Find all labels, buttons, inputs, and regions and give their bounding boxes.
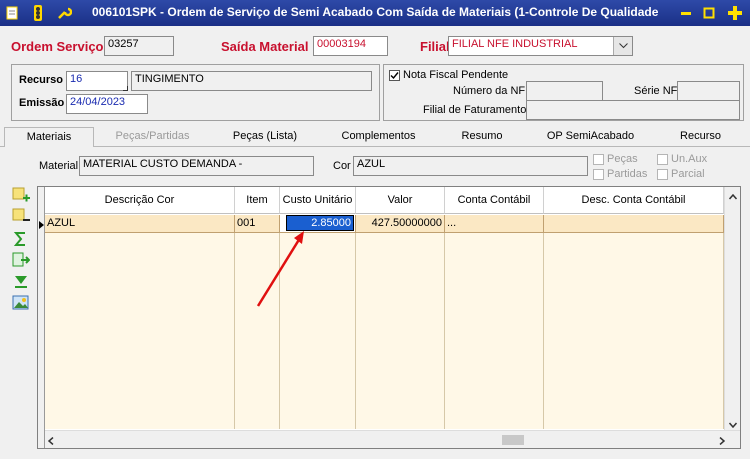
col-header-descricao-cor[interactable]: Descrição Cor [45,187,235,214]
serie-nf-label: Série NF [634,85,678,97]
material-field: MATERIAL CUSTO DEMANDA - [79,156,314,176]
filial-faturamento-field[interactable] [526,100,740,120]
pecas-label: Peças [607,153,638,165]
cor-field: AZUL [353,156,588,176]
minimize-button[interactable] [677,4,695,22]
tab-complementos[interactable]: Complementos [322,127,435,147]
annotation-arrow-icon [256,231,304,307]
tab-label: Materiais [26,131,72,143]
serie-nf-field[interactable] [677,81,740,101]
pecas-checkbox[interactable]: Peças [593,153,638,165]
checkbox-icon [657,153,668,165]
tab-resumo[interactable]: Resumo [438,127,526,147]
horizontal-scrollbar[interactable] [45,430,740,448]
download-icon[interactable] [12,273,30,291]
nota-fiscal-pendente-label: Nota Fiscal Pendente [403,69,509,81]
partidas-label: Partidas [607,168,648,180]
tab-pecas-partidas[interactable]: Peças/Partidas [97,127,208,147]
tab-op-semiacabado[interactable]: OP SemiAcabado [529,127,652,147]
recurso-field[interactable]: 16 [66,71,128,91]
numero-nf-field[interactable] [526,81,603,101]
emissao-field[interactable]: 24/04/2023 [66,94,148,114]
traffic-light-icon[interactable] [29,4,47,22]
ordem-servico-label: Ordem Serviço [11,39,104,54]
image-icon[interactable] [12,294,30,312]
chevron-down-icon[interactable] [613,37,632,55]
add-row-icon[interactable] [12,186,30,204]
tab-label: Peças/Partidas [115,130,190,142]
filial-faturamento-label: Filial de Faturamento [423,104,527,116]
wrench-icon[interactable] [55,4,73,22]
saida-material-label: Saída Material [221,39,309,54]
filial-label: Filial [420,39,450,54]
current-row-arrow-icon [38,220,45,232]
empty-column-area [445,233,544,429]
checkbox-checked-icon [389,69,400,81]
filial-select[interactable]: FILIAL NFE INDUSTRIAL [448,36,633,56]
cell-valor[interactable]: 427.50000000 [356,215,445,233]
tab-label: Complementos [341,130,416,142]
empty-column-area [356,233,445,429]
tab-pecas-lista[interactable]: Peças (Lista) [211,127,319,147]
scroll-right-icon[interactable] [719,436,726,448]
numero-nf-label: Número da NF [453,85,526,97]
lookup-corner-icon [123,86,128,91]
recurso-desc-field: TINGIMENTO [131,71,372,91]
nota-fiscal-pendente-checkbox[interactable]: Nota Fiscal Pendente [389,69,508,81]
filial-select-value: FILIAL NFE INDUSTRIAL [452,38,578,50]
checkbox-icon [593,153,604,165]
cor-label: Cor [333,160,351,172]
tab-label: Recurso [680,130,721,142]
checkbox-icon [657,168,668,180]
emissao-label: Emissão [19,97,65,109]
col-header-custo-unitario[interactable]: Custo Unitário [280,187,356,214]
empty-column-area [544,233,724,429]
title-bar: 006101SPK - Ordem de Serviço de Semi Aca… [0,0,750,26]
export-icon[interactable] [12,251,31,269]
vertical-scrollbar[interactable] [724,187,740,430]
partidas-checkbox[interactable]: Partidas [593,168,647,180]
unaux-checkbox[interactable]: Un.Aux [657,153,707,165]
tab-label: OP SemiAcabado [546,130,635,142]
scroll-up-icon[interactable] [728,191,738,203]
parcial-label: Parcial [671,168,705,180]
window-title: 006101SPK - Ordem de Serviço de Semi Aca… [92,5,659,19]
tab-label: Peças (Lista) [232,130,298,142]
ordem-servico-field[interactable]: 03257 [104,36,174,56]
parcial-checkbox[interactable]: Parcial [657,168,705,180]
maximize-button[interactable] [700,4,718,22]
col-header-desc-conta-contabil[interactable]: Desc. Conta Contábil [544,187,724,214]
horizontal-scroll-thumb[interactable] [502,435,524,445]
data-grid: Descrição Cor Item Custo Unitário Valor … [37,186,741,449]
empty-column-area [45,233,235,429]
close-button[interactable] [726,4,744,22]
recurso-label: Recurso [19,74,64,86]
col-header-valor[interactable]: Valor [356,187,445,214]
unaux-label: Un.Aux [671,153,708,165]
tab-label: Resumo [461,130,503,142]
tab-materiais[interactable]: Materiais [4,127,94,147]
col-header-item[interactable]: Item [235,187,280,214]
document-icon[interactable] [3,4,21,22]
saida-material-field[interactable]: 00003194 [313,36,388,56]
cell-descricao-cor[interactable]: AZUL [45,215,235,233]
scroll-left-icon[interactable] [47,436,54,448]
cell-desc-conta-contabil[interactable] [544,215,724,233]
tab-recurso[interactable]: Recurso [655,127,746,147]
checkbox-icon [593,168,604,180]
cell-conta-contabil[interactable]: ... [445,215,544,233]
material-label: Material [39,160,79,172]
col-header-conta-contabil[interactable]: Conta Contábil [445,187,544,214]
remove-row-icon[interactable] [12,207,30,225]
sum-icon[interactable] [12,230,30,248]
